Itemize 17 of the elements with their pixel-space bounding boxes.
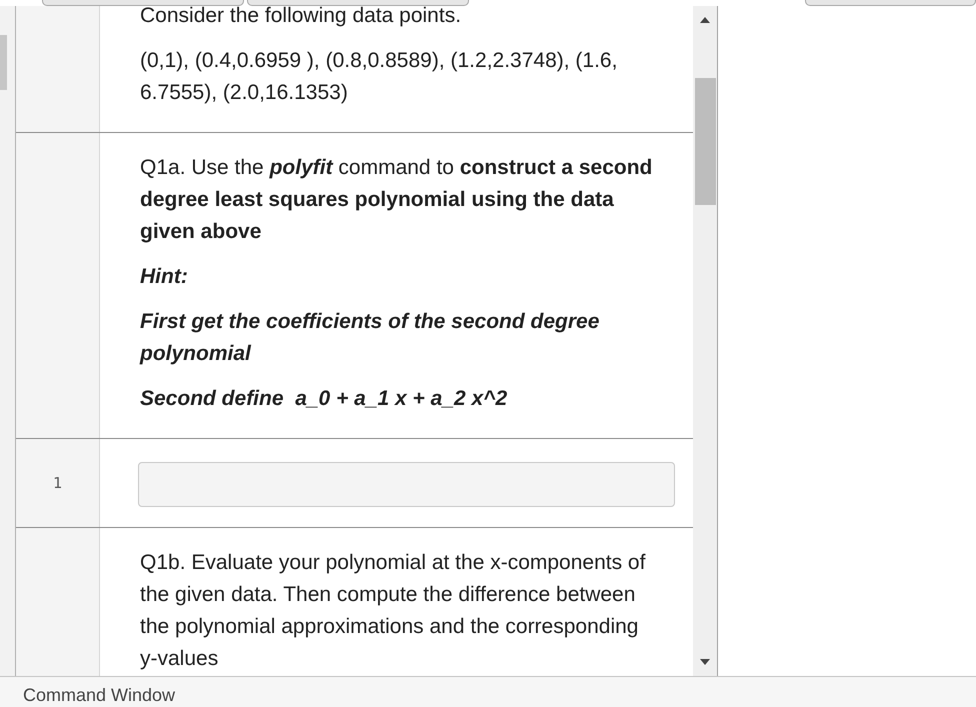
tab[interactable] (247, 0, 469, 6)
caret-down-icon[interactable] (700, 659, 710, 665)
code-input-field[interactable] (138, 462, 675, 507)
cell-text: Q1b. Evaluate your polynomial at the x-components of the given data. Then compute the difference between the polynomial approximations and the corresponding y-values (140, 550, 646, 672)
scrollbar-thumb[interactable] (0, 35, 7, 90)
scrollbar-thumb[interactable] (694, 78, 716, 205)
cell-text: Second define a_0 + a_1 x + a_2 x^2 (140, 386, 508, 412)
cell-text: Q1a. Use the polyfit command to construct a second degree least squares polynomial using the data given above (140, 155, 654, 245)
cell-text: Hint: (140, 264, 189, 290)
tab[interactable] (42, 0, 244, 6)
cell-text: Consider the following data points. (140, 6, 462, 29)
cell-text: (0,1), (0.4,0.6959 ), (0.8,0.8589), (1.2,2.3748), (1.6, 6.7555), (2.0,16.1353) (140, 48, 618, 106)
line-number: 1 (52, 474, 62, 492)
tab[interactable] (804, 0, 976, 6)
caret-up-icon[interactable] (700, 17, 710, 23)
panel-title[interactable]: Command Window (23, 684, 176, 706)
cell-text: First get the coefficients of the second degree polynomial (140, 309, 600, 367)
